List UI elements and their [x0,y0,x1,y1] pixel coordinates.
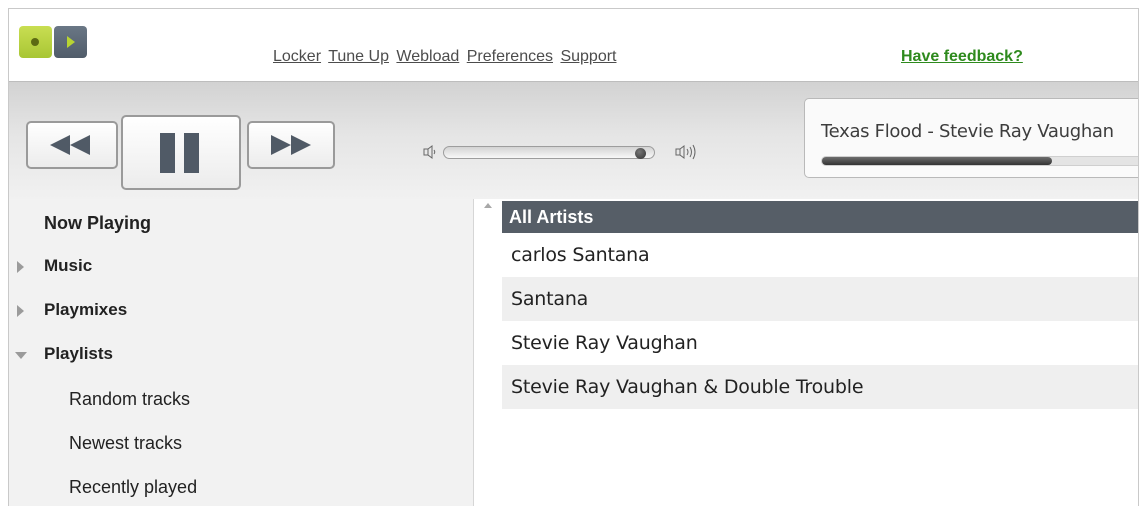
now-playing-display: Texas Flood - Stevie Ray Vaughan [804,98,1138,178]
artist-row[interactable]: Santana [502,277,1138,321]
top-nav: Locker Tune Up Webload Preferences Suppo… [273,48,620,66]
expand-arrow-icon[interactable] [17,305,24,317]
volume-slider[interactable] [443,146,655,159]
nav-link-tune-up[interactable]: Tune Up [328,48,389,65]
nav-link-webload[interactable]: Webload [396,48,459,65]
track-progress-fill [822,157,1052,165]
sidebar-item-label: Music [44,256,93,275]
artist-row[interactable]: Stevie Ray Vaughan [502,321,1138,365]
artist-row[interactable]: carlos Santana [502,233,1138,277]
app-window: Locker Tune Up Webload Preferences Suppo… [8,8,1139,506]
nav-link-locker[interactable]: Locker [273,48,321,65]
volume-slider-handle[interactable] [635,148,647,159]
scroll-up-icon[interactable] [483,201,493,211]
player-app-button[interactable] [54,26,87,58]
pause-icon [160,132,199,173]
artists-header[interactable]: All Artists [502,201,1138,233]
now-playing-title: Texas Flood - Stevie Ray Vaughan [821,121,1114,142]
volume-high-icon[interactable] [675,142,701,162]
track-progress-bar[interactable] [821,156,1138,166]
locker-app-button[interactable] [19,26,52,58]
sidebar: Now Playing Music Playmixes Playlists Ra… [9,199,474,506]
playlist-label: Random tracks [69,389,191,409]
previous-button[interactable] [26,121,118,169]
player-bar: Texas Flood - Stevie Ray Vaughan [9,81,1138,199]
expand-arrow-icon[interactable] [17,261,24,273]
sidebar-item-label: Playlists [44,344,113,363]
fast-forward-icon [271,135,311,155]
top-bar: Locker Tune Up Webload Preferences Suppo… [9,9,1138,81]
sidebar-item-label: Now Playing [44,213,152,233]
dot-icon [31,38,39,46]
sidebar-item-label: Playmixes [44,300,128,319]
next-button[interactable] [247,121,335,169]
pause-button[interactable] [121,115,241,190]
artist-row[interactable]: Stevie Ray Vaughan & Double Trouble [502,365,1138,409]
nav-link-preferences[interactable]: Preferences [467,48,553,65]
rewind-icon [50,135,90,155]
collapse-arrow-icon[interactable] [15,352,27,359]
feedback-link[interactable]: Have feedback? [901,48,1023,66]
volume-low-icon[interactable] [423,144,437,160]
playlist-label: Newest tracks [69,433,183,453]
nav-link-support[interactable]: Support [560,48,616,65]
play-icon [67,36,75,48]
playlist-label: Recently played [69,477,198,497]
artists-list: All Artists carlos Santana Santana Stevi… [502,201,1138,506]
